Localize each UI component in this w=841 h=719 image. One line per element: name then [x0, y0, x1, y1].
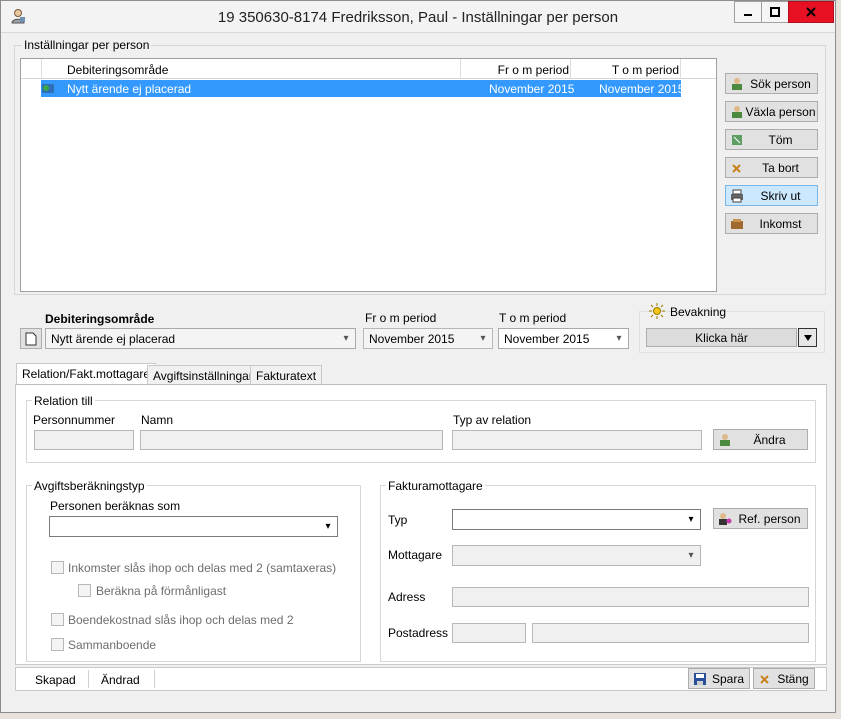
adress-field [452, 587, 809, 607]
vaxla-person-button[interactable]: Växla person [725, 101, 818, 122]
col-header-from[interactable]: Fr o m period [491, 63, 569, 77]
from-label: Fr o m period [365, 311, 437, 325]
typ-relation-label: Typ av relation [453, 413, 532, 427]
title-bar: 19 350630-8174 Fredriksson, Paul - Instä… [1, 1, 835, 33]
printer-icon [730, 189, 744, 203]
ta-bort-button[interactable]: Ta bort [725, 157, 818, 178]
row-to: November 2015 [599, 82, 685, 96]
settings-group-label: Inställningar per person [22, 38, 152, 52]
chevron-down-icon [803, 334, 812, 341]
ref-person-button[interactable]: Ref. person [713, 508, 808, 529]
maximize-icon [770, 7, 780, 17]
close-icon [806, 7, 816, 17]
delete-icon [730, 161, 744, 175]
chevron-down-icon[interactable]: ▾ [610, 329, 628, 348]
close-button[interactable] [788, 1, 834, 23]
postnummer-field [452, 623, 526, 643]
typ-label: Typ [388, 513, 408, 527]
andra-button[interactable]: Ändra [713, 429, 808, 450]
personnummer-field [34, 430, 134, 450]
wallet-icon [730, 217, 744, 231]
maximize-button[interactable] [761, 1, 789, 23]
typ-relation-field [452, 430, 702, 450]
bevakning-button[interactable]: Klicka här [646, 328, 797, 347]
alert-sun-icon [649, 303, 665, 319]
namn-field [140, 430, 443, 450]
sok-person-button[interactable]: Sök person [725, 73, 818, 94]
sammanboende-checkbox[interactable] [51, 638, 64, 651]
clear-icon [730, 133, 744, 147]
person-search-icon [730, 77, 744, 91]
spara-button[interactable]: Spara [688, 668, 750, 689]
tab-avgiftsinstallningar[interactable]: Avgiftsinställningar [147, 365, 259, 385]
chevron-down-icon[interactable]: ▾ [682, 546, 700, 565]
bevakning-label: Bevakning [670, 305, 727, 319]
table-row[interactable]: Nytt ärende ej placerad November 2015 No… [41, 80, 685, 97]
faktura-typ-select[interactable]: ▾ [452, 509, 701, 530]
table-header: Debiteringsområde Fr o m period T o m pe… [21, 59, 716, 79]
mottagare-label: Mottagare [388, 548, 443, 562]
settings-table[interactable]: Debiteringsområde Fr o m period T o m pe… [20, 58, 717, 292]
relation-group-label: Relation till [32, 394, 95, 408]
person-switch-icon [730, 105, 744, 119]
minimize-icon [744, 14, 752, 16]
save-icon [693, 672, 707, 686]
person-edit-icon [718, 433, 732, 447]
close-x-icon [758, 672, 772, 686]
avgift-group-label: Avgiftsberäkningstyp [32, 479, 147, 493]
area-combo[interactable]: Nytt ärende ej placerad ▾ [45, 328, 356, 349]
faktura-group-label: Fakturamottagare [386, 479, 485, 493]
area-label: Debiteringsområde [45, 312, 155, 326]
settings-window: 19 350630-8174 Fredriksson, Paul - Instä… [0, 0, 836, 713]
inkomster-checkbox[interactable] [51, 561, 64, 574]
new-document-button[interactable] [20, 328, 42, 349]
adress-label: Adress [388, 590, 426, 604]
minimize-button[interactable] [734, 1, 762, 23]
col-header-area[interactable]: Debiteringsområde [67, 63, 168, 77]
postort-field [532, 623, 809, 643]
berakning-label: Personen beräknas som [50, 499, 181, 513]
berakning-select[interactable]: ▾ [49, 516, 338, 537]
row-area: Nytt ärende ej placerad [67, 82, 192, 96]
postadress-label: Postadress [388, 626, 449, 640]
col-header-to[interactable]: T o m period [601, 63, 679, 77]
bevakning-dropdown[interactable] [798, 328, 817, 347]
formanligast-label: Beräkna på förmånligast [96, 584, 227, 598]
namn-label: Namn [141, 413, 174, 427]
person-ref-icon [718, 512, 732, 526]
boendekostnad-label: Boendekostnad slås ihop och delas med 2 [68, 613, 294, 627]
chevron-down-icon[interactable]: ▾ [682, 510, 700, 529]
to-label: T o m period [499, 311, 567, 325]
tab-relation[interactable]: Relation/Fakt.mottagare [16, 363, 157, 385]
andrad-label: Ändrad [101, 673, 140, 687]
inkomster-label: Inkomster slås ihop och delas med 2 (sam… [68, 561, 337, 575]
document-icon [25, 332, 37, 345]
to-combo[interactable]: November 2015 ▾ [498, 328, 629, 349]
personnummer-label: Personnummer [33, 413, 116, 427]
boendekostnad-checkbox[interactable] [51, 613, 64, 626]
chevron-down-icon[interactable]: ▾ [474, 329, 492, 348]
from-combo[interactable]: November 2015 ▾ [363, 328, 493, 349]
tom-button[interactable]: Töm [725, 129, 818, 150]
skriv-ut-button[interactable]: Skriv ut [725, 185, 818, 206]
tab-fakturatext[interactable]: Fakturatext [250, 365, 323, 385]
skapad-label: Skapad [35, 673, 76, 687]
chevron-down-icon[interactable]: ▾ [319, 517, 337, 536]
stang-button[interactable]: Stäng [753, 668, 815, 689]
chevron-down-icon[interactable]: ▾ [337, 329, 355, 348]
window-title: 19 350630-8174 Fredriksson, Paul - Instä… [217, 9, 619, 26]
inkomst-button[interactable]: Inkomst [725, 213, 818, 234]
formanligast-checkbox[interactable] [78, 584, 91, 597]
mottagare-select[interactable]: ▾ [452, 545, 701, 566]
sammanboende-label: Sammanboende [68, 638, 157, 652]
row-from: November 2015 [489, 82, 575, 96]
row-status-icon [41, 81, 55, 95]
